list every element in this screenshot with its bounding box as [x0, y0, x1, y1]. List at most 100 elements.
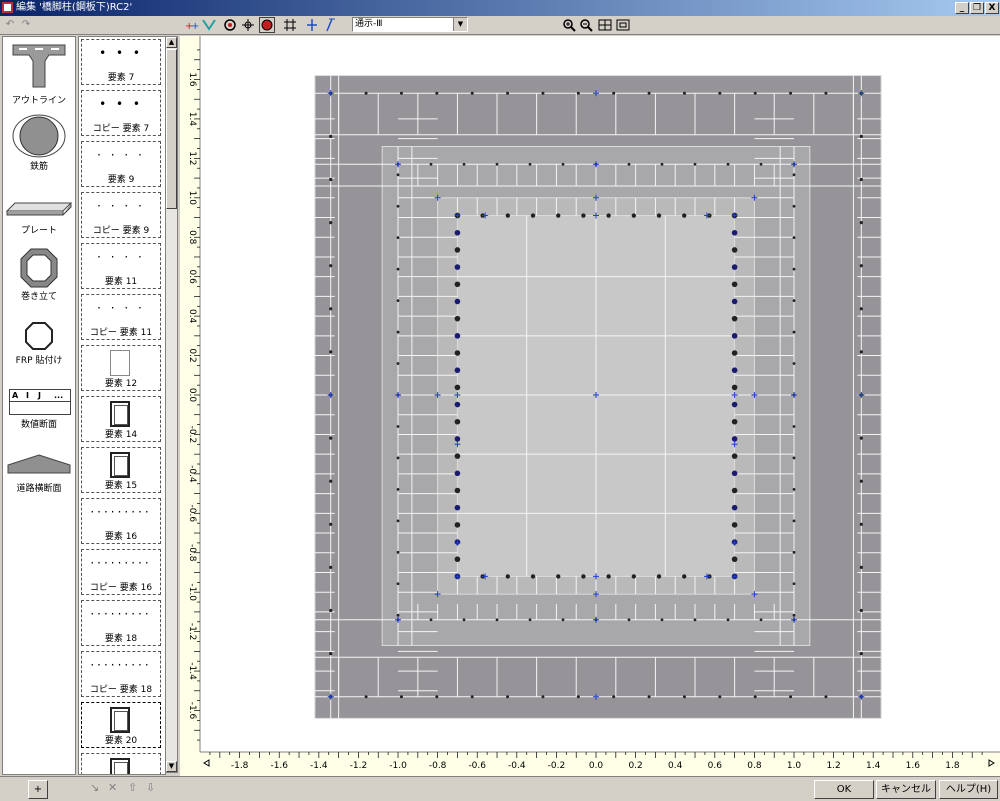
rebar-point	[792, 519, 796, 523]
element-list-item[interactable]: ········· 要素 18	[81, 600, 161, 646]
section-drawing[interactable]: -1.8 -1.6 -1.4 -1.2 -1.0 -0.8 -0.6 -0.4 -0.2 0.0 0…	[180, 36, 1000, 776]
section-canvas[interactable]: -1.8 -1.6 -1.4 -1.2 -1.0 -0.8 -0.6 -0.4 -0.2 0.0 0…	[180, 36, 1000, 776]
palette-item-rebar[interactable]: 鉄筋	[3, 109, 75, 172]
palette-item-frp[interactable]: FRP 貼付け	[3, 319, 75, 369]
move-down-icon[interactable]: ⇩	[146, 781, 155, 794]
rebar-point	[792, 236, 796, 240]
rebar-point	[399, 695, 403, 699]
rebar-point	[718, 91, 722, 95]
y-tick-label: 0.2	[187, 348, 197, 362]
element-label: 要素 20	[104, 736, 138, 746]
element-list-item[interactable]: ········· 要素 16	[81, 498, 161, 544]
element-list-item[interactable]: ········· コピー 要素 16	[81, 549, 161, 595]
rebar-point	[731, 556, 738, 563]
element-list-item[interactable]: 要素 12	[81, 345, 161, 391]
add-button[interactable]: +	[28, 780, 48, 799]
scroll-up-button[interactable]: ▲	[166, 37, 177, 48]
x-tick-label: -1.0	[389, 761, 407, 771]
element-label: 要素 14	[104, 430, 138, 440]
element-list-item[interactable]: 要素 14	[81, 396, 161, 442]
cancel-button[interactable]: キャンセル	[876, 780, 936, 799]
grid-icon[interactable]	[282, 17, 298, 33]
close-button[interactable]: X	[985, 2, 999, 14]
y-tick-label: 1.2	[187, 151, 197, 165]
numeric-cell-j: J	[38, 391, 41, 400]
element-list-item[interactable]: · · · · コピー 要素 9	[81, 192, 161, 238]
zoom-in-icon[interactable]	[561, 17, 577, 33]
rebar-point	[454, 281, 461, 288]
view-mode-select[interactable]: 通示-Ⅲ ▼	[352, 17, 468, 32]
add-point-icon[interactable]: + +	[184, 17, 200, 33]
element-list-item[interactable]: · · · · 要素 9	[81, 141, 161, 187]
fit-window-icon[interactable]	[597, 17, 613, 33]
mirror-icon[interactable]	[304, 17, 320, 33]
delete-icon[interactable]: ✕	[108, 781, 117, 794]
rebar-point	[718, 695, 722, 699]
rebar-point	[470, 91, 474, 95]
pen-icon-svg	[326, 18, 335, 32]
pen-icon[interactable]	[322, 17, 338, 33]
x-tick-label: 1.2	[826, 761, 840, 771]
element-label: コピー 要素 7	[92, 124, 150, 134]
rebar-point	[528, 618, 532, 622]
restore-button[interactable]: ❐	[970, 2, 984, 14]
rebar-tool-icon[interactable]	[201, 17, 217, 33]
rebar-point	[656, 213, 662, 218]
y-tick-label: 0.0	[187, 388, 197, 403]
ok-button[interactable]: OK	[814, 780, 874, 799]
element-list-item[interactable]: · · · · 要素 11	[81, 243, 161, 289]
palette-item-numeric-section[interactable]: A I J ... 数値断面	[3, 387, 75, 435]
rebar-point	[731, 367, 738, 374]
element-list-item[interactable]: · · · · コピー 要素 11	[81, 294, 161, 340]
rebar-point	[731, 453, 738, 459]
element-list-item[interactable]: 要素 15	[81, 447, 161, 493]
y-tick-label: -1.2	[187, 623, 197, 641]
palette-item-outline[interactable]: アウトライン	[3, 37, 75, 106]
rebar-point	[731, 298, 738, 305]
rebar-icon	[12, 114, 66, 158]
element-preview: · · · ·	[97, 301, 145, 315]
element-list-item[interactable]: 要素 20	[81, 702, 161, 748]
rebar-point	[731, 247, 738, 253]
element-list-item[interactable]	[81, 753, 161, 774]
x-tick-label: -1.8	[231, 761, 249, 771]
rebar-point	[792, 425, 796, 428]
minimize-button[interactable]: _	[955, 2, 969, 14]
x-tick-label: 0.2	[628, 761, 642, 771]
palette-item-plate[interactable]: プレート	[3, 187, 75, 237]
move-up-icon[interactable]: ⇧	[128, 781, 137, 794]
x-tick-label: -0.4	[508, 761, 526, 771]
element-preview-inner	[114, 762, 128, 774]
scroll-thumb[interactable]	[166, 49, 177, 209]
palette-item-jacket[interactable]: 巻き立て	[3, 245, 75, 302]
element-list-item[interactable]: • • • 要素 7	[81, 39, 161, 85]
zoom-out-icon[interactable]	[578, 17, 594, 33]
rebar-point	[454, 264, 461, 270]
rebar-point	[731, 384, 738, 391]
element-list-item[interactable]: ········· コピー 要素 18	[81, 651, 161, 697]
element-list-scrollbar[interactable]: ▲ ▼	[165, 36, 178, 773]
rebar-point	[792, 362, 796, 365]
rebar-point	[731, 470, 738, 477]
zoom-box-icon[interactable]	[615, 17, 631, 33]
rebar-point	[396, 267, 400, 271]
arrow-in-icon[interactable]: ↘	[90, 781, 99, 794]
palette-item-road-section[interactable]: 道路横断面	[3, 451, 75, 499]
help-button[interactable]: ヘルプ(H)	[939, 780, 998, 799]
undo-button[interactable]: ↶	[2, 17, 18, 33]
scroll-down-button[interactable]: ▼	[166, 761, 177, 772]
numeric-cell-i: I	[26, 391, 29, 400]
rebar-point	[753, 695, 757, 699]
rebar-point	[647, 91, 651, 95]
redo-button[interactable]: ↷	[18, 17, 34, 33]
y-tick-label: 0.4	[187, 309, 197, 324]
rebar-point	[731, 522, 738, 528]
rebar-point	[396, 299, 400, 303]
element-list-item[interactable]: • • • コピー 要素 7	[81, 90, 161, 136]
rebar-point	[329, 134, 333, 138]
record-icon[interactable]	[259, 17, 275, 33]
element-label: 要素 12	[104, 379, 138, 389]
target-icon[interactable]	[222, 17, 238, 33]
element-label: 要素 16	[104, 532, 138, 542]
crosshair-icon[interactable]	[240, 17, 256, 33]
